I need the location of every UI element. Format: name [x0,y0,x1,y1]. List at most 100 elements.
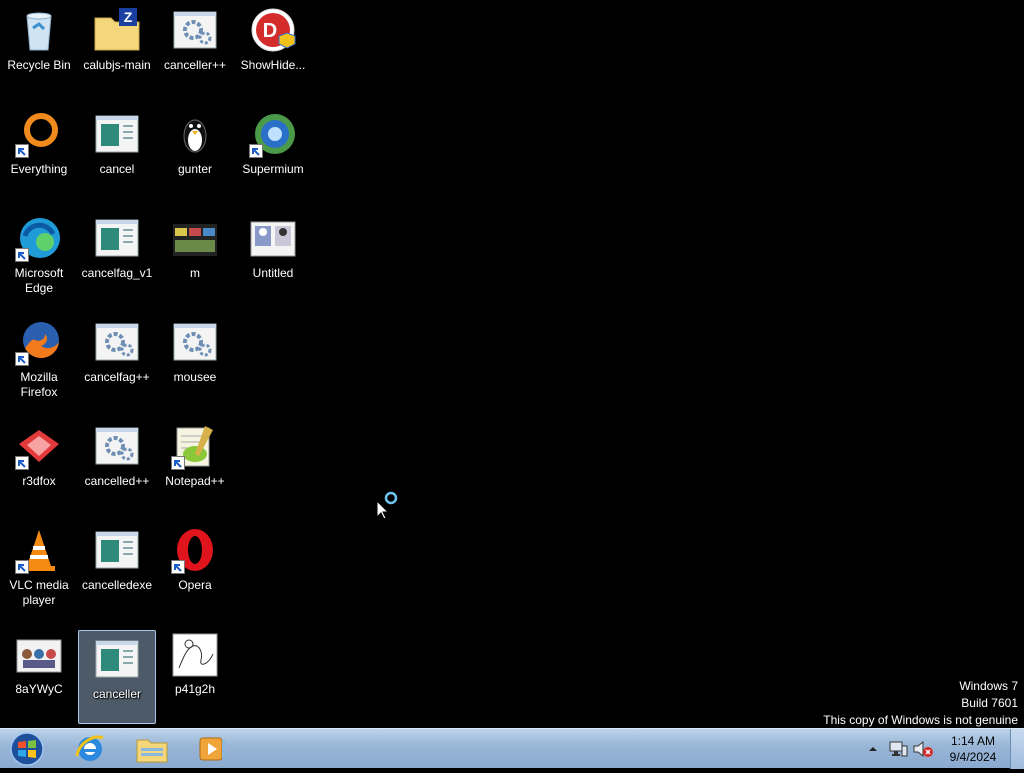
opera-icon [171,526,219,574]
exe-window-icon [93,110,141,158]
desktop-icon-label: canceller++ [163,58,227,72]
penguin-icon [171,110,219,158]
image-thumbnail-icon [171,214,219,262]
watermark-build: Build 7601 [961,696,1018,710]
exe-window-icon [93,526,141,574]
desktop-icon-label: cancelfag++ [84,370,150,384]
desktop-icon-canceller-plusplus[interactable]: canceller++ [158,2,232,96]
edge-icon [15,214,63,262]
desktop-icon-cancelfag-v1[interactable]: cancelfag_v1 [80,210,154,304]
zip-folder-icon: Z [93,6,141,54]
desktop-icon-label: Notepad++ [165,474,225,488]
desktop-icon-label: ShowHide... [240,58,306,72]
taskbar-file-explorer[interactable] [128,731,176,767]
shortcut-arrow-icon [15,144,29,158]
desktop-icon-everything[interactable]: Everything [2,106,76,200]
desktop-icon-label: p41g2h [174,682,216,696]
busy-cursor-icon [376,491,402,524]
desktop-icon-label: r3dfox [22,474,56,488]
desktop-icon-label: Microsoft Edge [14,266,64,295]
taskbar-internet-explorer[interactable] [66,731,114,767]
desktop-icon-cancelled-plusplus[interactable]: cancelled++ [80,418,154,512]
image-thumbnail-icon [15,630,63,678]
desktop-icon-label: cancelfag_v1 [81,266,153,280]
watermark-os: Windows 7 [959,679,1018,693]
desktop-icon-calubjs-main[interactable]: Z calubjs-main [80,2,154,96]
desktop-icon-supermium[interactable]: Supermium [236,106,310,200]
network-icon [889,741,908,757]
desktop-icon-label: Opera [178,578,212,592]
desktop-icon-cancel[interactable]: cancel [80,106,154,200]
shortcut-arrow-icon [249,144,263,158]
start-button[interactable] [4,730,50,768]
desktop-icon-label: Mozilla Firefox [20,370,58,399]
desktop-icon-label: Recycle Bin [7,58,71,72]
desktop-icon-mousee[interactable]: mousee [158,314,232,408]
desktop-icon-label: cancelledexe [81,578,153,592]
watermark-genuine-notice: This copy of Windows is not genuine [823,713,1018,727]
shortcut-arrow-icon [15,248,29,262]
chevron-up-icon [869,747,877,751]
desktop-icon-gunter[interactable]: gunter [158,106,232,200]
image-thumbnail-icon [249,214,297,262]
everything-icon [15,110,63,158]
shortcut-arrow-icon [15,456,29,470]
desktop-icon-8aywyc[interactable]: 8aYWyC [2,626,76,720]
windows-orb-icon [10,732,44,766]
clock-date: 9/4/2024 [949,750,997,764]
desktop-icon-recycle-bin[interactable]: Recycle Bin [2,2,76,96]
recycle-bin-icon [15,6,63,54]
shortcut-arrow-icon [15,560,29,574]
desktop-icon-vlc-media-player[interactable]: VLC media player [2,522,76,616]
desktop-icon-label: Everything [10,162,68,176]
firefox-icon [15,318,63,366]
desktop-icon-label: calubjs-main [83,58,151,72]
desktop-icon-r3dfox[interactable]: r3dfox [2,418,76,512]
tray-volume[interactable] [912,740,934,758]
sketch-thumbnail-icon [171,630,219,678]
shortcut-arrow-icon [171,456,185,470]
media-player-icon [199,737,225,761]
app-gear-icon [171,318,219,366]
desktop-icon-untitled[interactable]: Untitled [236,210,310,304]
svg-text:Z: Z [124,9,133,25]
notepadpp-icon [171,422,219,470]
show-desktop-button[interactable] [1010,729,1024,769]
desktop-icon-microsoft-edge[interactable]: Microsoft Edge [2,210,76,304]
desktop-icon-label: gunter [177,162,213,176]
app-gear-icon [171,6,219,54]
desktop-icon-notepadpp[interactable]: Notepad++ [158,418,232,512]
exe-window-icon [93,214,141,262]
volume-muted-icon [913,740,933,758]
desktop-icon-canceller[interactable]: canceller [78,630,156,724]
taskbar: 1:14 AM 9/4/2024 [0,728,1024,769]
desktop-icon-cancelledexe[interactable]: cancelledexe [80,522,154,616]
desktop-icon-mozilla-firefox[interactable]: Mozilla Firefox [2,314,76,408]
file-explorer-icon [136,739,168,763]
taskbar-media-player[interactable] [188,731,236,767]
desktop-icon-label: 8aYWyC [15,682,63,696]
shortcut-arrow-icon [171,560,185,574]
desktop-icon-label: m [190,266,200,280]
tray-show-hidden-icons[interactable] [866,741,880,757]
desktop-icon-opera[interactable]: Opera [158,522,232,616]
desktop-icon-label: mousee [173,370,217,384]
desktop-icon-m[interactable]: m [158,210,232,304]
windows-watermark: Windows 7 Build 7601 This copy of Window… [823,678,1018,729]
shortcut-arrow-icon [15,352,29,366]
desktop[interactable]: Recycle Bin Everything Microsoft Edge Mo… [0,0,1024,728]
desktop-icon-p41g2h[interactable]: p41g2h [158,626,232,720]
desktop-icon-label: cancelled++ [84,474,150,488]
desktop-icon-label: VLC media player [9,578,69,607]
internet-explorer-icon [75,735,104,761]
r3dfox-icon [15,422,63,470]
supermium-icon [249,110,297,158]
showhide-icon: D [249,6,297,54]
desktop-icon-label: Supermium [242,162,304,176]
tray-network[interactable] [888,740,908,758]
exe-window-icon [93,635,141,683]
taskbar-clock[interactable]: 1:14 AM 9/4/2024 [940,733,1006,765]
desktop-icon-cancelfag-plusplus[interactable]: cancelfag++ [80,314,154,408]
desktop-icon-showhide[interactable]: D ShowHide... [236,2,310,96]
desktop-icon-label: Untitled [252,266,294,280]
